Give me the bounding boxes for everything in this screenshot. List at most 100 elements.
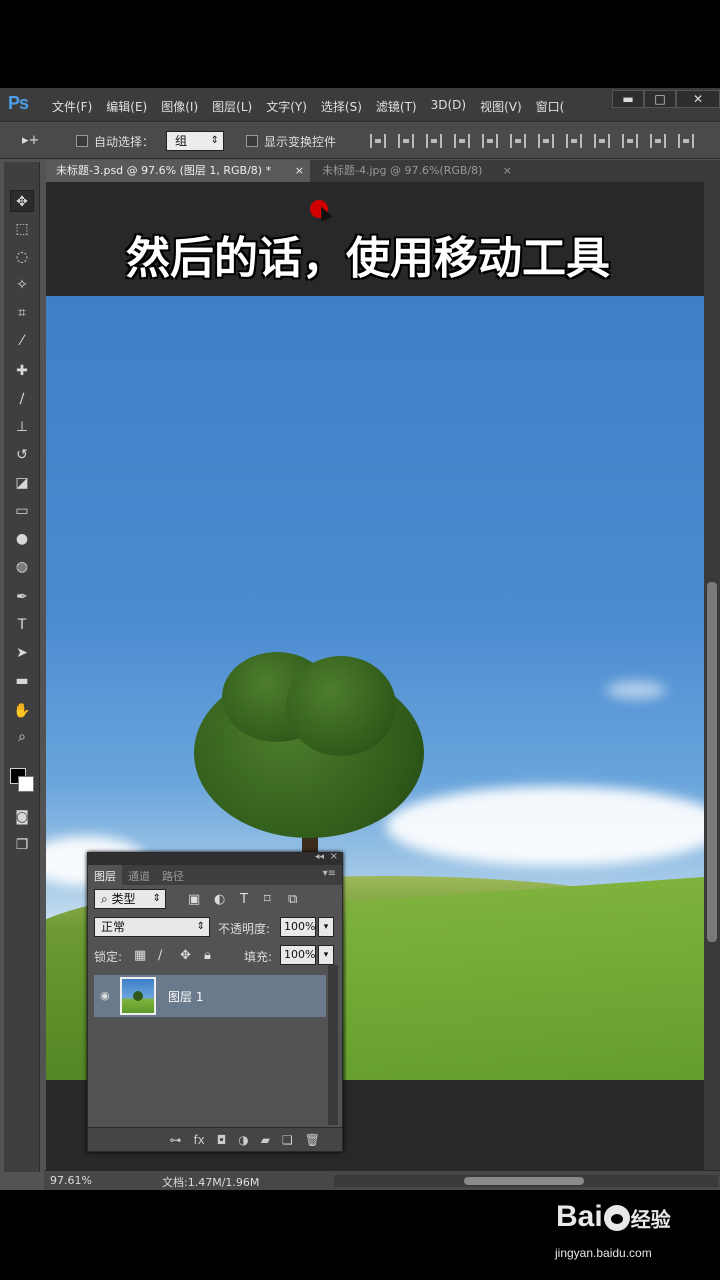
new-group-icon[interactable]: ▰	[261, 1133, 270, 1147]
gradient-tool-icon[interactable]: ▭	[10, 500, 34, 522]
opacity-dropdown-icon[interactable]: ▾	[318, 917, 334, 937]
distribute-bottom-icon[interactable]	[594, 134, 610, 148]
tab-paths[interactable]: 路径	[156, 865, 190, 885]
layer-name[interactable]: 图层 1	[168, 988, 203, 1005]
filter-type-icon[interactable]: T	[240, 892, 248, 907]
tab-layers[interactable]: 图层	[88, 865, 122, 885]
layer-style-fx-icon[interactable]: fx	[193, 1133, 204, 1147]
distribute-top-icon[interactable]	[538, 134, 554, 148]
distribute-vcenter-icon[interactable]	[566, 134, 582, 148]
link-layers-icon[interactable]: ⊶	[169, 1133, 181, 1147]
rectangle-tool-icon[interactable]: ▬	[10, 670, 34, 692]
menu-layer[interactable]: 图层(L)	[212, 98, 252, 115]
zoom-tool-icon[interactable]: ⌕	[10, 726, 34, 748]
lock-all-icon[interactable]: 🔒︎	[204, 948, 211, 963]
menu-file[interactable]: 文件(F)	[52, 98, 92, 115]
blend-mode-dropdown[interactable]: 正常	[94, 917, 210, 937]
layers-panel-tabs: 图层 通道 路径 ▾≡	[88, 865, 342, 885]
crop-tool-icon[interactable]: ⌗	[10, 302, 34, 324]
opacity-input[interactable]: 100%	[280, 917, 316, 937]
background-color-swatch[interactable]	[18, 776, 34, 792]
tab-close-icon[interactable]: ×	[503, 160, 512, 182]
fill-dropdown-icon[interactable]: ▾	[318, 945, 334, 965]
clone-stamp-icon[interactable]: ⊥	[10, 416, 34, 438]
vertical-scroll-thumb[interactable]	[707, 582, 717, 942]
menu-filter[interactable]: 滤镜(T)	[376, 98, 417, 115]
adjustment-layer-icon[interactable]: ◑	[238, 1133, 248, 1147]
layer-row[interactable]: ◉ 图层 1	[94, 975, 326, 1017]
align-bottom-icon[interactable]	[426, 134, 442, 148]
screen-mode-icon[interactable]: ❐	[10, 834, 34, 856]
align-top-icon[interactable]	[370, 134, 386, 148]
lasso-tool-icon[interactable]: ◌	[10, 246, 34, 268]
horizontal-scrollbar[interactable]	[334, 1175, 718, 1187]
marquee-tool-icon[interactable]: ⬚	[10, 218, 34, 240]
blur-tool-icon[interactable]: ●	[10, 528, 34, 550]
distribute-right-icon[interactable]	[678, 134, 694, 148]
horizontal-scroll-thumb[interactable]	[464, 1177, 584, 1185]
lock-image-icon[interactable]: ∕	[158, 948, 162, 963]
menu-edit[interactable]: 编辑(E)	[106, 98, 147, 115]
new-layer-icon[interactable]: ❏	[282, 1133, 293, 1147]
tab-untitled-3[interactable]: 未标题-3.psd @ 97.6% (图层 1, RGB/8) * ×	[46, 160, 310, 182]
history-brush-icon[interactable]: ↺	[10, 444, 34, 466]
healing-brush-icon[interactable]: ✚	[10, 360, 34, 382]
menu-type[interactable]: 文字(Y)	[266, 98, 307, 115]
menu-bar: Ps 文件(F) 编辑(E) 图像(I) 图层(L) 文字(Y) 选择(S) 滤…	[0, 88, 720, 122]
panel-menu-icon[interactable]: ▾≡	[323, 868, 336, 879]
auto-select-checkbox[interactable]	[76, 135, 88, 147]
delete-layer-icon[interactable]: 🗑︎	[305, 1133, 320, 1147]
menu-3d[interactable]: 3D(D)	[431, 98, 466, 115]
quick-mask-icon[interactable]: ◙	[10, 806, 34, 828]
fill-input[interactable]: 100%	[280, 945, 316, 965]
auto-select-dropdown[interactable]: 组	[166, 131, 224, 151]
filter-shape-icon[interactable]: ⌑	[264, 892, 271, 907]
move-tool-icon[interactable]: ✥	[10, 190, 34, 212]
distribute-hcenter-icon[interactable]	[650, 134, 666, 148]
layers-scrollbar[interactable]	[328, 965, 338, 1125]
menu-window[interactable]: 窗口(	[536, 98, 565, 115]
close-panel-icon[interactable]: ×	[330, 851, 338, 862]
menu-view[interactable]: 视图(V)	[480, 98, 522, 115]
brush-tool-icon[interactable]: ∕	[10, 388, 34, 410]
auto-select-label: 自动选择：	[94, 135, 155, 149]
eraser-icon[interactable]: ◪	[10, 472, 34, 494]
close-button[interactable]: ✕	[676, 90, 720, 108]
move-tool-preset-icon[interactable]: ▸+	[22, 133, 39, 148]
filter-adjustment-icon[interactable]: ◐	[214, 892, 225, 907]
pen-tool-icon[interactable]: ✒	[10, 586, 34, 608]
watermark-brand: Bai	[556, 1200, 603, 1233]
tab-untitled-4[interactable]: 未标题-4.jpg @ 97.6%(RGB/8) ×	[312, 160, 518, 182]
dodge-tool-icon[interactable]: ◍	[10, 556, 34, 578]
layer-filter-dropdown[interactable]: ⌕ 类型	[94, 889, 166, 909]
filter-smart-object-icon[interactable]: ⧉	[288, 892, 297, 907]
eyedropper-icon[interactable]: ⁄	[10, 330, 34, 352]
show-transform-checkbox[interactable]	[246, 135, 258, 147]
visibility-eye-icon[interactable]: ◉	[100, 989, 110, 1002]
filter-pixel-icon[interactable]: ▣	[188, 892, 200, 907]
lock-transparent-icon[interactable]: ▦	[134, 948, 146, 963]
collapse-panel-icon[interactable]: ◂◂	[315, 852, 324, 862]
align-right-icon[interactable]	[510, 134, 526, 148]
add-mask-icon[interactable]: ◘	[217, 1133, 227, 1147]
maximize-button[interactable]: □	[644, 90, 676, 108]
align-left-icon[interactable]	[454, 134, 470, 148]
lock-position-icon[interactable]: ✥	[180, 948, 191, 963]
minimize-button[interactable]: ▬	[612, 90, 644, 108]
path-select-icon[interactable]: ➤	[10, 642, 34, 664]
type-tool-icon[interactable]: T	[10, 614, 34, 636]
show-transform-label: 显示变换控件	[264, 135, 337, 149]
vertical-scrollbar[interactable]	[704, 182, 720, 1172]
hand-tool-icon[interactable]: ✋	[10, 700, 34, 722]
grass-field	[346, 869, 704, 1080]
menu-select[interactable]: 选择(S)	[321, 98, 362, 115]
layer-thumbnail[interactable]	[120, 977, 156, 1015]
align-hcenter-icon[interactable]	[482, 134, 498, 148]
zoom-level[interactable]: 97.61%	[50, 1174, 92, 1187]
distribute-left-icon[interactable]	[622, 134, 638, 148]
tab-close-icon[interactable]: ×	[295, 160, 304, 182]
magic-wand-icon[interactable]: ✧	[10, 274, 34, 296]
align-vcenter-icon[interactable]	[398, 134, 414, 148]
tab-channels[interactable]: 通道	[122, 865, 156, 885]
menu-image[interactable]: 图像(I)	[161, 98, 198, 115]
